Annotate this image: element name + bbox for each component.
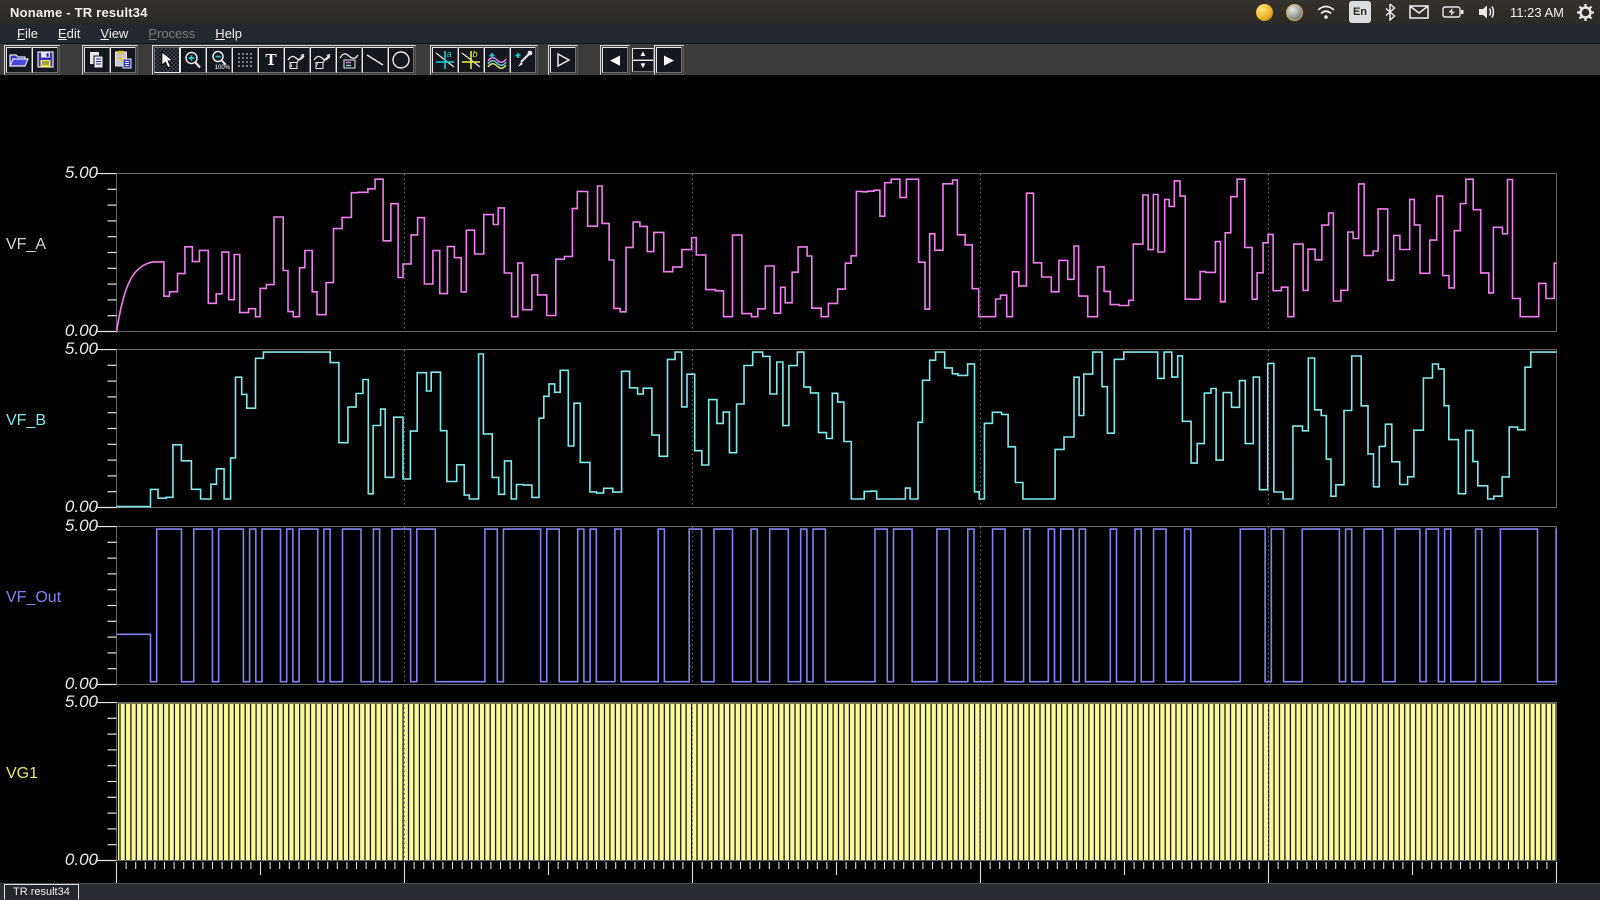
page-left-button[interactable]: ◀ bbox=[602, 47, 628, 73]
mail-icon[interactable] bbox=[1409, 1, 1429, 23]
copy-button[interactable] bbox=[84, 47, 110, 73]
left-arrow-icon: ◀ bbox=[610, 53, 620, 66]
y-tick-label: 0.00 bbox=[34, 674, 98, 694]
status-bar: TR result34 bbox=[0, 883, 1600, 900]
panel-plot-vg1 bbox=[92, 702, 1562, 863]
play-button[interactable] bbox=[550, 47, 576, 73]
play-icon bbox=[554, 51, 572, 69]
up-arrow-icon: ▲ bbox=[639, 49, 647, 58]
probe-icon bbox=[512, 49, 534, 71]
zoom-100-label: 100% bbox=[215, 65, 230, 71]
zoom-out-100-button[interactable]: 100% bbox=[206, 47, 232, 73]
application-window: Noname - TR result34 En 11:23 AM bbox=[0, 0, 1600, 900]
volume-icon[interactable] bbox=[1477, 1, 1497, 23]
right-arrow-icon: ▶ bbox=[664, 53, 674, 66]
paste-button[interactable] bbox=[110, 47, 136, 73]
signal-label-vf_out: VF_Out bbox=[6, 589, 92, 607]
page-right-button[interactable]: ▶ bbox=[656, 47, 682, 73]
signal-label-vf_b: VF_B bbox=[6, 412, 92, 430]
diagram-a-sublabel: a bbox=[289, 63, 292, 69]
circle-icon bbox=[391, 50, 411, 70]
session-indicator-icon[interactable] bbox=[1286, 1, 1303, 23]
power-gear-icon[interactable] bbox=[1577, 1, 1594, 23]
window-title: Noname - TR result34 bbox=[10, 5, 148, 20]
line-icon bbox=[365, 50, 385, 70]
y-tick-label: 5.00 bbox=[34, 516, 98, 536]
svg-text:b: b bbox=[473, 49, 478, 59]
cursor-b-button[interactable]: b bbox=[458, 47, 484, 73]
menu-help[interactable]: Help bbox=[206, 25, 251, 42]
down-arrow-icon: ▼ bbox=[639, 61, 647, 70]
cursor-a-button[interactable]: a bbox=[432, 47, 458, 73]
waveform-viewer: Time (s) VF_A5.000.00VF_B5.000.00VF_Out5… bbox=[0, 75, 1600, 883]
text-tool-icon: T bbox=[265, 50, 276, 70]
menu-bar: FileEditViewProcessHelp bbox=[0, 24, 1600, 44]
paste-icon bbox=[114, 50, 133, 69]
keyboard-layout-indicator[interactable]: En bbox=[1349, 1, 1371, 23]
menu-view[interactable]: View bbox=[91, 25, 137, 42]
zoom-in-icon bbox=[183, 50, 203, 70]
svg-text:a: a bbox=[447, 49, 452, 59]
y-tick-label: 0.00 bbox=[34, 497, 98, 517]
wifi-icon[interactable] bbox=[1316, 1, 1336, 23]
app-indicator-icon[interactable] bbox=[1256, 1, 1273, 23]
signal-label-vf_a: VF_A bbox=[6, 236, 92, 254]
export-diagram-help-button[interactable]: ? bbox=[310, 47, 336, 73]
probe-button[interactable] bbox=[510, 47, 536, 73]
cursor-a-icon: a bbox=[434, 49, 456, 71]
cursor-b-icon: b bbox=[460, 49, 482, 71]
bluetooth-icon[interactable] bbox=[1384, 1, 1396, 23]
panel-plot-vf_out bbox=[92, 526, 1562, 687]
diagram-help-sublabel: ? bbox=[315, 63, 318, 69]
y-tick-label: 5.00 bbox=[34, 692, 98, 712]
battery-icon[interactable] bbox=[1442, 1, 1464, 23]
legend-button[interactable] bbox=[336, 47, 362, 73]
toolbar: 100% T a ? bbox=[0, 44, 1600, 75]
text-tool-button[interactable]: T bbox=[258, 47, 284, 73]
add-curves-button[interactable] bbox=[484, 47, 510, 73]
cursor-arrow-icon bbox=[160, 51, 174, 69]
circle-tool-button[interactable] bbox=[388, 47, 414, 73]
title-bar: Noname - TR result34 En 11:23 AM bbox=[0, 0, 1600, 24]
menu-process: Process bbox=[139, 25, 204, 42]
clock[interactable]: 11:23 AM bbox=[1510, 1, 1564, 23]
y-tick-label: 0.00 bbox=[34, 321, 98, 341]
menu-file[interactable]: File bbox=[8, 25, 47, 42]
copy-icon bbox=[88, 51, 106, 69]
y-tick-label: 5.00 bbox=[34, 339, 98, 359]
legend-icon bbox=[339, 50, 359, 70]
menu-edit[interactable]: Edit bbox=[49, 25, 89, 42]
save-button[interactable] bbox=[32, 47, 58, 73]
signal-label-vg1: VG1 bbox=[6, 765, 92, 783]
y-tick-label: 0.00 bbox=[34, 850, 98, 870]
system-tray: En 11:23 AM bbox=[1256, 0, 1594, 24]
spinner-up-button[interactable]: ▲ bbox=[632, 48, 654, 60]
panel-plot-vf_b bbox=[92, 349, 1562, 510]
line-tool-button[interactable] bbox=[362, 47, 388, 73]
spinner-down-button[interactable]: ▼ bbox=[632, 60, 654, 72]
result-tab[interactable]: TR result34 bbox=[4, 884, 79, 900]
panel-plot-vf_a bbox=[92, 173, 1562, 334]
select-cursor-button[interactable] bbox=[154, 47, 180, 73]
zoom-in-button[interactable] bbox=[180, 47, 206, 73]
grid-dots-icon bbox=[236, 51, 254, 69]
floppy-icon bbox=[37, 51, 54, 68]
open-button[interactable] bbox=[6, 47, 32, 73]
grid-button[interactable] bbox=[232, 47, 258, 73]
add-curves-icon bbox=[486, 49, 508, 71]
y-tick-label: 5.00 bbox=[34, 163, 98, 183]
export-diagram-a-button[interactable]: a bbox=[284, 47, 310, 73]
open-folder-icon bbox=[9, 52, 29, 68]
page-spinner: ▲ ▼ bbox=[632, 48, 654, 72]
